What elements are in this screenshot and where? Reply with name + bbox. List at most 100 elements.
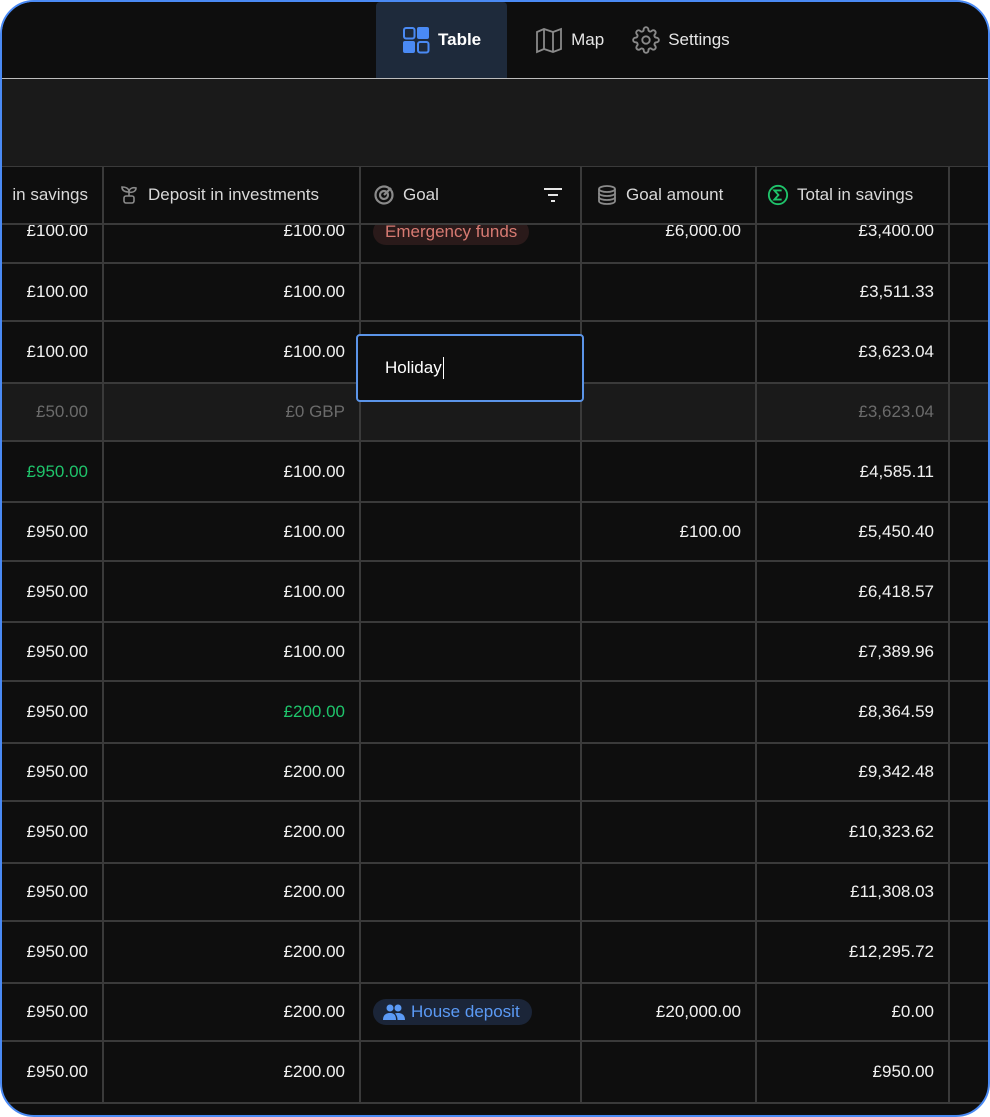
goal-cell[interactable]: [359, 864, 582, 920]
savings-cell[interactable]: £950.00: [2, 922, 104, 982]
total-cell-value: £12,295.72: [848, 942, 934, 961]
extra-cell: [948, 744, 988, 800]
column-header-total[interactable]: Total in savings: [755, 167, 950, 223]
goal-cell[interactable]: [359, 744, 582, 800]
goal-amount-cell[interactable]: [580, 623, 757, 680]
goal-cell[interactable]: [359, 802, 582, 862]
investments-cell[interactable]: £200.00: [102, 984, 361, 1040]
total-cell[interactable]: £12,295.72: [755, 922, 950, 982]
goal-tag[interactable]: Emergency funds: [373, 225, 530, 245]
total-cell-value: £6,418.57: [858, 581, 934, 601]
goal-amount-cell[interactable]: £100.00: [580, 503, 757, 560]
goal-cell[interactable]: [359, 682, 582, 742]
goal-cell[interactable]: Emergency funds: [359, 225, 582, 262]
table-row: £950.00 £200.00 £10,323.62: [2, 802, 988, 864]
filter-icon[interactable]: [542, 186, 564, 204]
savings-cell[interactable]: £950.00: [2, 1042, 104, 1102]
total-cell[interactable]: £4,585.11: [755, 442, 950, 501]
investments-cell[interactable]: £0 GBP: [102, 384, 361, 440]
goal-amount-cell[interactable]: [580, 682, 757, 742]
savings-cell[interactable]: £950.00: [2, 802, 104, 862]
goal-edit-input[interactable]: Holiday: [356, 334, 584, 402]
tab-settings[interactable]: Settings: [604, 2, 730, 78]
goal-amount-cell[interactable]: [580, 802, 757, 862]
total-cell[interactable]: £11,308.03: [755, 864, 950, 920]
investments-cell[interactable]: £200.00: [102, 1042, 361, 1102]
tab-table[interactable]: Table: [376, 2, 508, 78]
goal-amount-cell[interactable]: £6,000.00: [580, 225, 757, 262]
total-cell[interactable]: £7,389.96: [755, 623, 950, 680]
savings-cell[interactable]: £100.00: [2, 225, 104, 262]
investments-cell[interactable]: £100.00: [102, 623, 361, 680]
investments-cell[interactable]: £200.00: [102, 922, 361, 982]
view-tabs: Table Map Settings: [376, 2, 730, 78]
total-cell[interactable]: £5,450.40: [755, 503, 950, 560]
investments-cell[interactable]: £100.00: [102, 264, 361, 320]
extra-cell: [948, 384, 988, 440]
investments-cell[interactable]: £200.00: [102, 864, 361, 920]
goal-amount-cell[interactable]: [580, 562, 757, 621]
investments-cell-value: £200.00: [283, 762, 345, 781]
total-cell[interactable]: £3,623.04: [755, 384, 950, 440]
total-cell-value: £3,623.04: [858, 402, 934, 421]
savings-cell[interactable]: £100.00: [2, 264, 104, 320]
total-cell[interactable]: £6,418.57: [755, 562, 950, 621]
savings-cell[interactable]: £950.00: [2, 623, 104, 680]
goal-amount-cell[interactable]: [580, 442, 757, 501]
investments-cell[interactable]: £100.00: [102, 225, 361, 262]
investments-cell-value: £100.00: [283, 342, 345, 361]
total-cell[interactable]: £3,623.04: [755, 322, 950, 382]
savings-cell[interactable]: £950.00: [2, 864, 104, 920]
goal-cell[interactable]: [359, 1042, 582, 1102]
savings-cell[interactable]: £950.00: [2, 984, 104, 1040]
savings-cell[interactable]: £950.00: [2, 503, 104, 560]
goal-amount-cell[interactable]: [580, 864, 757, 920]
investments-cell[interactable]: £200.00: [102, 682, 361, 742]
goal-cell[interactable]: [359, 922, 582, 982]
investments-cell[interactable]: £200.00: [102, 802, 361, 862]
column-header-savings[interactable]: in savings: [2, 167, 104, 223]
total-cell[interactable]: £9,342.48: [755, 744, 950, 800]
goal-amount-cell[interactable]: £20,000.00: [580, 984, 757, 1040]
total-cell[interactable]: £3,511.33: [755, 264, 950, 320]
investments-cell[interactable]: £200.00: [102, 744, 361, 800]
total-cell[interactable]: £3,400.00: [755, 225, 950, 262]
column-header-investments[interactable]: Deposit in investments: [102, 167, 361, 223]
savings-cell[interactable]: £950.00: [2, 442, 104, 501]
investments-cell[interactable]: £100.00: [102, 503, 361, 560]
total-cell[interactable]: £10,323.62: [755, 802, 950, 862]
column-header-goal[interactable]: Goal: [359, 167, 582, 223]
savings-cell[interactable]: £100.00: [2, 322, 104, 382]
goal-cell[interactable]: [359, 264, 582, 320]
column-header-label: in savings: [12, 185, 88, 204]
goal-amount-cell[interactable]: [580, 922, 757, 982]
investments-cell[interactable]: £100.00: [102, 562, 361, 621]
goal-tag[interactable]: House deposit: [373, 999, 532, 1025]
goal-cell[interactable]: House deposit: [359, 984, 582, 1040]
table-row: £100.00 £100.00 Emergency funds £6,000.00 £3…: [2, 225, 988, 264]
investments-cell[interactable]: £100.00: [102, 442, 361, 501]
savings-cell[interactable]: £950.00: [2, 562, 104, 621]
goal-cell[interactable]: [359, 562, 582, 621]
goal-amount-cell[interactable]: [580, 264, 757, 320]
goal-amount-cell[interactable]: [580, 384, 757, 440]
savings-cell[interactable]: £50.00: [2, 384, 104, 440]
total-cell[interactable]: £0.00: [755, 984, 950, 1040]
savings-cell-value: £950.00: [26, 581, 88, 601]
goal-amount-cell[interactable]: [580, 744, 757, 800]
total-cell[interactable]: £8,364.59: [755, 682, 950, 742]
goal-amount-cell[interactable]: [580, 1042, 757, 1102]
investments-cell-value: £200.00: [283, 1062, 345, 1081]
column-header-goal-amount[interactable]: Goal amount: [580, 167, 757, 223]
goal-cell[interactable]: [359, 623, 582, 680]
investments-cell[interactable]: £100.00: [102, 322, 361, 382]
savings-cell[interactable]: £950.00: [2, 682, 104, 742]
goal-amount-cell[interactable]: [580, 322, 757, 382]
tab-map[interactable]: Map: [507, 2, 604, 78]
goal-cell[interactable]: [359, 442, 582, 501]
savings-cell-value: £100.00: [26, 342, 88, 361]
goal-cell[interactable]: [359, 503, 582, 560]
total-cell[interactable]: £950.00: [755, 1042, 950, 1102]
savings-cell[interactable]: £950.00: [2, 744, 104, 800]
map-icon: [535, 26, 563, 54]
